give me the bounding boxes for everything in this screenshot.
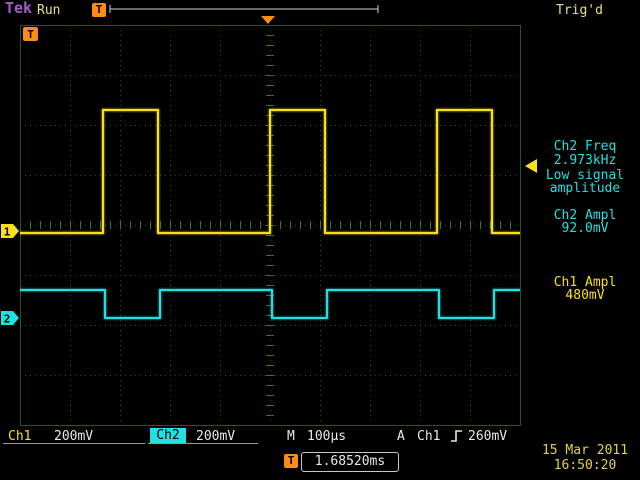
trigger-status: Trig'd [556,3,603,18]
trigger-flag: T [23,27,38,41]
ch2-ground-marker: 2 [1,311,19,326]
ch1-marker-label: 1 [4,226,11,239]
ch2-freq-value: 2.973kHz [532,153,638,168]
warning-line2: amplitude [532,181,638,196]
ch2-marker-label: 2 [4,313,11,326]
trigger-flag-label: T [27,28,34,41]
ch2-scale-value: 200mV [196,429,235,444]
acquisition-status: Run [37,3,60,18]
ch1-ampl-value: 480mV [532,288,638,303]
ch1-trace [20,110,520,233]
ch2-freq-label: Ch2 Freq [532,139,638,154]
scope-display: T 1 2 [0,0,640,480]
date-display: 15 Mar 2011 [532,443,638,458]
ch1-underline [3,443,145,444]
ch2-underline [148,443,258,444]
trigger-delay-readout: 1.68520ms [301,452,399,472]
oscilloscope-screen: T 1 2 Tek Run T Trig'd Ch2 Freq 2.973kHz… [0,0,640,480]
ch1-ground-marker: 1 [1,224,19,239]
trigger-level-value: 260mV [468,429,507,444]
ch2-scale-badge: Ch2 [150,428,186,443]
record-position-bar [110,5,378,13]
waveform-traces [20,110,520,318]
trigger-source: Ch1 [417,429,440,444]
ch1-scale-label: Ch1 [8,429,31,444]
trigger-position-marker [261,16,275,24]
timebase-label: M [287,429,295,444]
ch1-scale-value: 200mV [54,429,93,444]
trigger-icon: T [92,3,106,17]
trigger-delay-icon: T [284,454,298,468]
time-display: 16:50:20 [532,458,638,473]
brand-logo: Tek [5,1,32,16]
timebase-value: 100µs [307,429,346,444]
ch2-ampl-value: 92.0mV [532,221,638,236]
trigger-mode: A [397,429,405,444]
rising-edge-icon [451,431,462,441]
